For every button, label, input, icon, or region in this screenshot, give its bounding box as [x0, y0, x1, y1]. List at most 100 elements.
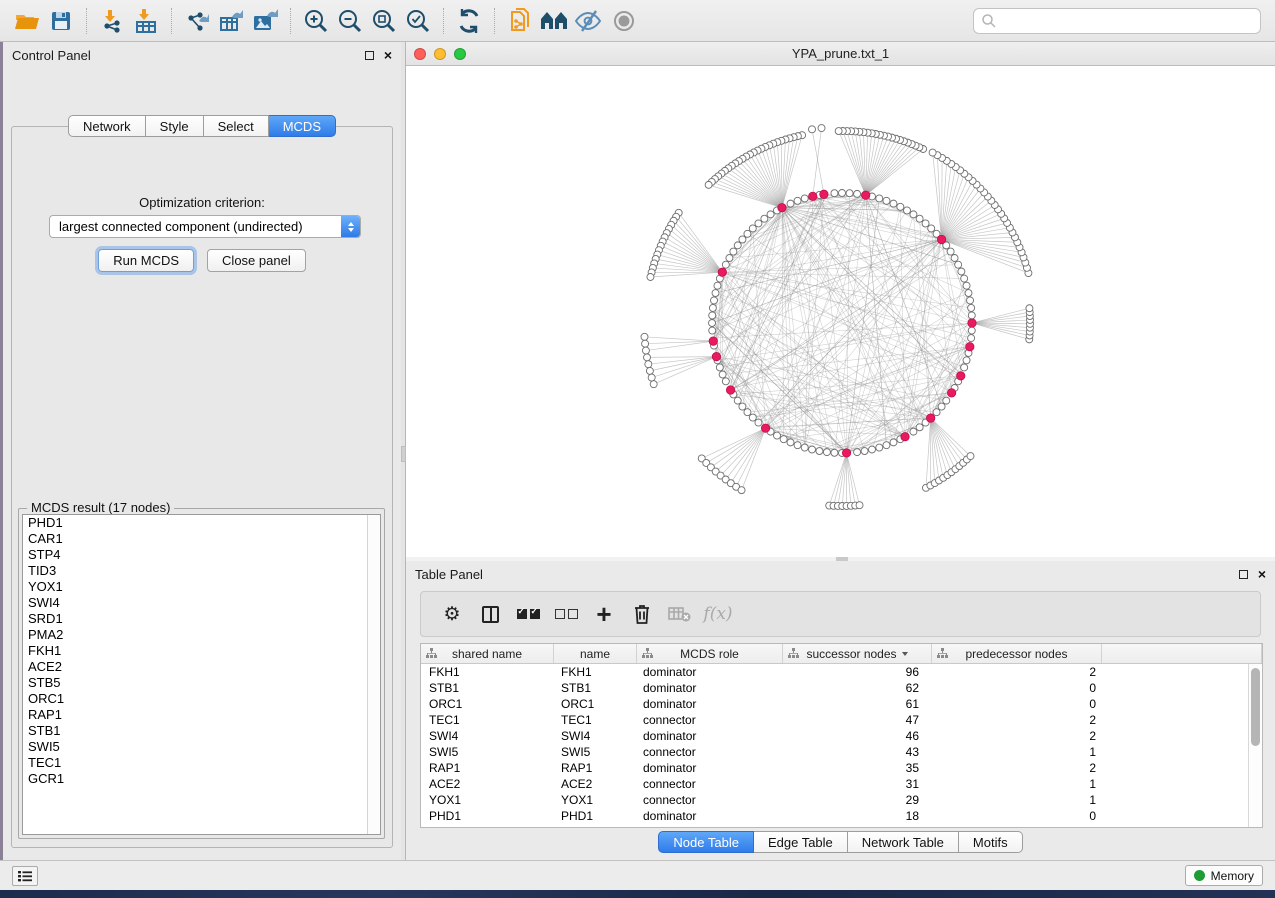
list-item[interactable]: ORC1: [23, 691, 380, 707]
table-row[interactable]: RAP1RAP1dominator352: [421, 760, 1248, 776]
column-header-successor-nodes[interactable]: successor nodes: [783, 644, 932, 663]
table-cell[interactable]: connector: [637, 792, 783, 808]
close-panel-icon[interactable]: ×: [384, 51, 392, 60]
list-item[interactable]: SWI5: [23, 739, 380, 755]
table-cell[interactable]: ORC1: [554, 696, 637, 712]
table-cell[interactable]: 1: [932, 744, 1102, 760]
table-cell[interactable]: FKH1: [554, 664, 637, 680]
list-item[interactable]: STB1: [23, 723, 380, 739]
table-cell[interactable]: 61: [783, 696, 932, 712]
table-cell[interactable]: 47: [783, 712, 932, 728]
tab-network-table[interactable]: Network Table: [848, 831, 959, 853]
select-all-rows-icon[interactable]: [509, 596, 547, 632]
tab-motifs[interactable]: Motifs: [959, 831, 1023, 853]
list-item[interactable]: YOX1: [23, 579, 380, 595]
import-table-icon[interactable]: [129, 5, 163, 37]
table-row[interactable]: YOX1YOX1connector291: [421, 792, 1248, 808]
table-cell[interactable]: ACE2: [554, 776, 637, 792]
table-row[interactable]: FKH1FKH1dominator962: [421, 664, 1248, 680]
list-item[interactable]: RAP1: [23, 707, 380, 723]
table-cell[interactable]: STB1: [554, 680, 637, 696]
tab-network[interactable]: Network: [68, 115, 146, 137]
mcds-list-scrollbar[interactable]: [367, 515, 380, 834]
table-cell[interactable]: 2: [932, 760, 1102, 776]
table-cell[interactable]: 2: [932, 728, 1102, 744]
table-cell[interactable]: SWI5: [421, 744, 554, 760]
list-item[interactable]: PMA2: [23, 627, 380, 643]
memory-button[interactable]: Memory: [1185, 865, 1263, 886]
save-session-icon[interactable]: [44, 5, 78, 37]
table-cell[interactable]: 31: [783, 776, 932, 792]
export-table-icon[interactable]: [214, 5, 248, 37]
tab-edge-table[interactable]: Edge Table: [754, 831, 848, 853]
table-cell[interactable]: RAP1: [421, 760, 554, 776]
table-cell[interactable]: 62: [783, 680, 932, 696]
network-canvas[interactable]: [406, 66, 1275, 557]
list-item[interactable]: STP4: [23, 547, 380, 563]
tab-mcds[interactable]: MCDS: [269, 115, 336, 137]
column-header-shared-name[interactable]: shared name: [421, 644, 554, 663]
table-cell[interactable]: 0: [932, 696, 1102, 712]
float-panel-icon[interactable]: [365, 51, 374, 60]
table-row[interactable]: PHD1PHD1dominator180: [421, 808, 1248, 824]
export-network-icon[interactable]: [180, 5, 214, 37]
search-input[interactable]: [973, 8, 1261, 34]
list-item[interactable]: GCR1: [23, 771, 380, 787]
table-scrollbar[interactable]: [1248, 664, 1262, 827]
show-columns-icon[interactable]: [471, 596, 509, 632]
deselect-all-rows-icon[interactable]: [547, 596, 585, 632]
mcds-result-list[interactable]: PHD1CAR1STP4TID3YOX1SWI4SRD1PMA2FKH1ACE2…: [22, 514, 381, 835]
hide-selected-icon[interactable]: [571, 5, 605, 37]
export-image-icon[interactable]: [248, 5, 282, 37]
table-cell[interactable]: STB1: [421, 680, 554, 696]
table-cell[interactable]: 29: [783, 792, 932, 808]
table-cell[interactable]: ORC1: [421, 696, 554, 712]
list-item[interactable]: ACE2: [23, 659, 380, 675]
table-row[interactable]: ACE2ACE2connector311: [421, 776, 1248, 792]
table-cell[interactable]: 35: [783, 760, 932, 776]
table-cell[interactable]: 0: [932, 808, 1102, 824]
list-item[interactable]: STB5: [23, 675, 380, 691]
apply-layout-icon[interactable]: [452, 5, 486, 37]
table-cell[interactable]: connector: [637, 744, 783, 760]
import-network-icon[interactable]: [95, 5, 129, 37]
run-mcds-button[interactable]: Run MCDS: [98, 249, 194, 272]
scrollbar-thumb[interactable]: [1251, 668, 1260, 746]
table-cell[interactable]: 1: [932, 776, 1102, 792]
table-row[interactable]: ORC1ORC1dominator610: [421, 696, 1248, 712]
table-cell[interactable]: connector: [637, 712, 783, 728]
optimization-criterion-select[interactable]: largest connected component (undirected): [49, 215, 361, 238]
list-item[interactable]: TEC1: [23, 755, 380, 771]
table-cell[interactable]: dominator: [637, 680, 783, 696]
open-file-icon[interactable]: [10, 5, 44, 37]
table-cell[interactable]: connector: [637, 776, 783, 792]
list-item[interactable]: CAR1: [23, 531, 380, 547]
table-cell[interactable]: FKH1: [421, 664, 554, 680]
table-cell[interactable]: 2: [932, 664, 1102, 680]
column-header-name[interactable]: name: [554, 644, 637, 663]
tab-select[interactable]: Select: [204, 115, 269, 137]
new-network-icon[interactable]: [503, 5, 537, 37]
table-cell[interactable]: RAP1: [554, 760, 637, 776]
table-cell[interactable]: dominator: [637, 664, 783, 680]
network-window-titlebar[interactable]: YPA_prune.txt_1: [406, 42, 1275, 66]
table-cell[interactable]: 18: [783, 808, 932, 824]
delete-column-icon[interactable]: [623, 596, 661, 632]
table-cell[interactable]: 1: [932, 792, 1102, 808]
close-panel-icon[interactable]: ×: [1258, 570, 1266, 579]
table-row[interactable]: SWI5SWI5connector431: [421, 744, 1248, 760]
table-cell[interactable]: 0: [932, 680, 1102, 696]
float-panel-icon[interactable]: [1239, 570, 1248, 579]
table-cell[interactable]: 46: [783, 728, 932, 744]
table-cell[interactable]: dominator: [637, 808, 783, 824]
column-header-predecessor-nodes[interactable]: predecessor nodes: [932, 644, 1102, 663]
table-row[interactable]: TEC1TEC1connector472: [421, 712, 1248, 728]
show-hidden-icon[interactable]: [605, 3, 643, 39]
table-cell[interactable]: PHD1: [421, 808, 554, 824]
table-cell[interactable]: TEC1: [421, 712, 554, 728]
delete-table-icon[interactable]: [661, 596, 699, 632]
zoom-in-icon[interactable]: [299, 5, 333, 37]
list-item[interactable]: SWI4: [23, 595, 380, 611]
zoom-fit-icon[interactable]: [367, 5, 401, 37]
table-cell[interactable]: SWI4: [421, 728, 554, 744]
